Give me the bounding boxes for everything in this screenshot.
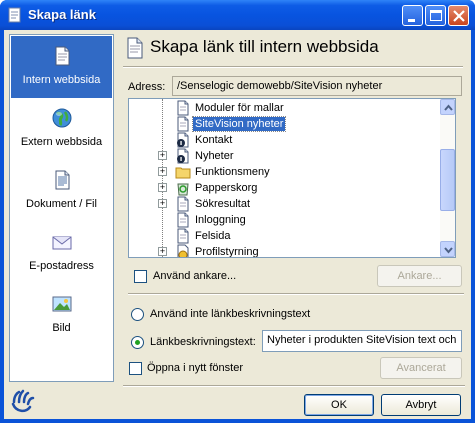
- page-tree[interactable]: Moduler för mallar SiteVision nyheter Kont…: [128, 98, 456, 258]
- sitevision-logo-icon: [11, 389, 35, 413]
- recycle-icon: [177, 183, 189, 196]
- app-icon: [8, 7, 21, 23]
- arrow-down-icon: [444, 247, 453, 254]
- maximize-icon: [430, 10, 442, 21]
- dialog-body: Intern webbsida Extern webbsida Dokument…: [4, 30, 471, 419]
- dialog-window: Skapa länk Intern webbsida Extern webbsi…: [0, 0, 475, 423]
- sidebar-item-label: Bild: [52, 322, 71, 334]
- cancel-button[interactable]: Avbryt: [381, 394, 461, 416]
- sidebar-item-e-postadress[interactable]: E-postadress: [11, 222, 112, 284]
- scroll-down-button[interactable]: [440, 241, 455, 257]
- document-icon: [55, 170, 70, 190]
- sidebar-item-label: Dokument / Fil: [26, 198, 97, 210]
- expand-icon[interactable]: +: [158, 247, 167, 256]
- page-icon: [127, 37, 143, 59]
- image-icon: [52, 296, 72, 312]
- folder-icon: [175, 167, 191, 179]
- tree-item-label: Profilstyrning: [195, 246, 259, 258]
- tree-item-label: Sökresultat: [195, 198, 251, 210]
- address-field: /Senselogic demowebb/SiteVision nyheter: [172, 76, 462, 96]
- page-icon: [177, 116, 189, 132]
- link-type-sidebar: Intern webbsida Extern webbsida Dokument…: [9, 34, 114, 382]
- expand-icon[interactable]: +: [158, 183, 167, 192]
- page-title: Skapa länk till intern webbsida: [150, 37, 379, 56]
- maximize-button[interactable]: [425, 5, 446, 26]
- window-title: Skapa länk: [28, 7, 96, 22]
- custom-link-text-label: Länkbeskrivningstext:: [150, 336, 256, 348]
- expand-icon[interactable]: +: [158, 151, 167, 160]
- page-info-icon: [177, 148, 189, 164]
- globe-icon: [52, 108, 72, 128]
- tree-item-label: Felsida: [195, 230, 231, 242]
- tree-item-label: Inloggning: [195, 214, 246, 226]
- divider: [123, 66, 463, 68]
- close-button[interactable]: [448, 5, 469, 26]
- page-icon: [55, 46, 70, 66]
- sidebar-item-label: Intern webbsida: [22, 74, 101, 86]
- custom-link-text-radio[interactable]: [131, 336, 144, 349]
- anchor-button[interactable]: Ankare...: [377, 265, 462, 287]
- use-anchor-label: Använd ankare...: [153, 270, 237, 282]
- sidebar-item-extern-webbsida[interactable]: Extern webbsida: [11, 98, 112, 160]
- ok-button[interactable]: OK: [304, 394, 374, 416]
- tree-scrollbar[interactable]: [440, 98, 456, 258]
- tree-item-label: Papperskorg: [195, 182, 258, 194]
- radio-selected-dot: [135, 340, 140, 345]
- minimize-icon: [408, 19, 415, 22]
- sidebar-item-dokument-fil[interactable]: Dokument / Fil: [11, 160, 112, 222]
- expand-icon[interactable]: +: [158, 167, 167, 176]
- minimize-button[interactable]: [402, 5, 423, 26]
- use-anchor-checkbox[interactable]: [134, 270, 147, 283]
- tree-item-label: Nyheter: [195, 150, 234, 162]
- scroll-up-button[interactable]: [440, 99, 455, 115]
- no-link-text-radio[interactable]: [131, 308, 144, 321]
- tree-item-label: Moduler för mallar: [195, 102, 284, 114]
- divider: [128, 293, 464, 295]
- page-icon: [177, 196, 189, 212]
- page-icon: [177, 212, 189, 228]
- page-icon: [177, 228, 189, 244]
- title-bar[interactable]: Skapa länk: [0, 0, 475, 30]
- page-info-icon: [177, 132, 189, 148]
- sidebar-item-intern-webbsida[interactable]: Intern webbsida: [11, 36, 112, 98]
- arrow-up-icon: [444, 104, 453, 111]
- tree-item-label: Kontakt: [195, 134, 233, 146]
- no-link-text-label: Använd inte länkbeskrivningstext: [150, 308, 311, 320]
- sidebar-item-label: Extern webbsida: [20, 136, 103, 148]
- page-icon: [177, 100, 189, 116]
- link-text-input[interactable]: Nyheter i produkten SiteVision text och: [262, 330, 462, 352]
- address-label: Adress:: [128, 81, 166, 93]
- tree-guide-line: [162, 99, 163, 257]
- open-new-window-label: Öppna i nytt fönster: [147, 362, 243, 374]
- close-icon: [453, 10, 465, 22]
- tree-item-label: SiteVision nyheter: [191, 116, 287, 132]
- expand-icon[interactable]: +: [158, 199, 167, 208]
- tree-item-label: Funktionsmeny: [195, 166, 270, 178]
- advanced-button[interactable]: Avancerat: [380, 357, 462, 379]
- sidebar-item-label: E-postadress: [29, 260, 94, 272]
- envelope-icon: [52, 236, 72, 250]
- sidebar-item-bild[interactable]: Bild: [11, 284, 112, 346]
- scroll-thumb[interactable]: [440, 149, 455, 211]
- open-new-window-checkbox[interactable]: [129, 362, 142, 375]
- profile-icon: [177, 244, 189, 257]
- divider: [123, 385, 465, 387]
